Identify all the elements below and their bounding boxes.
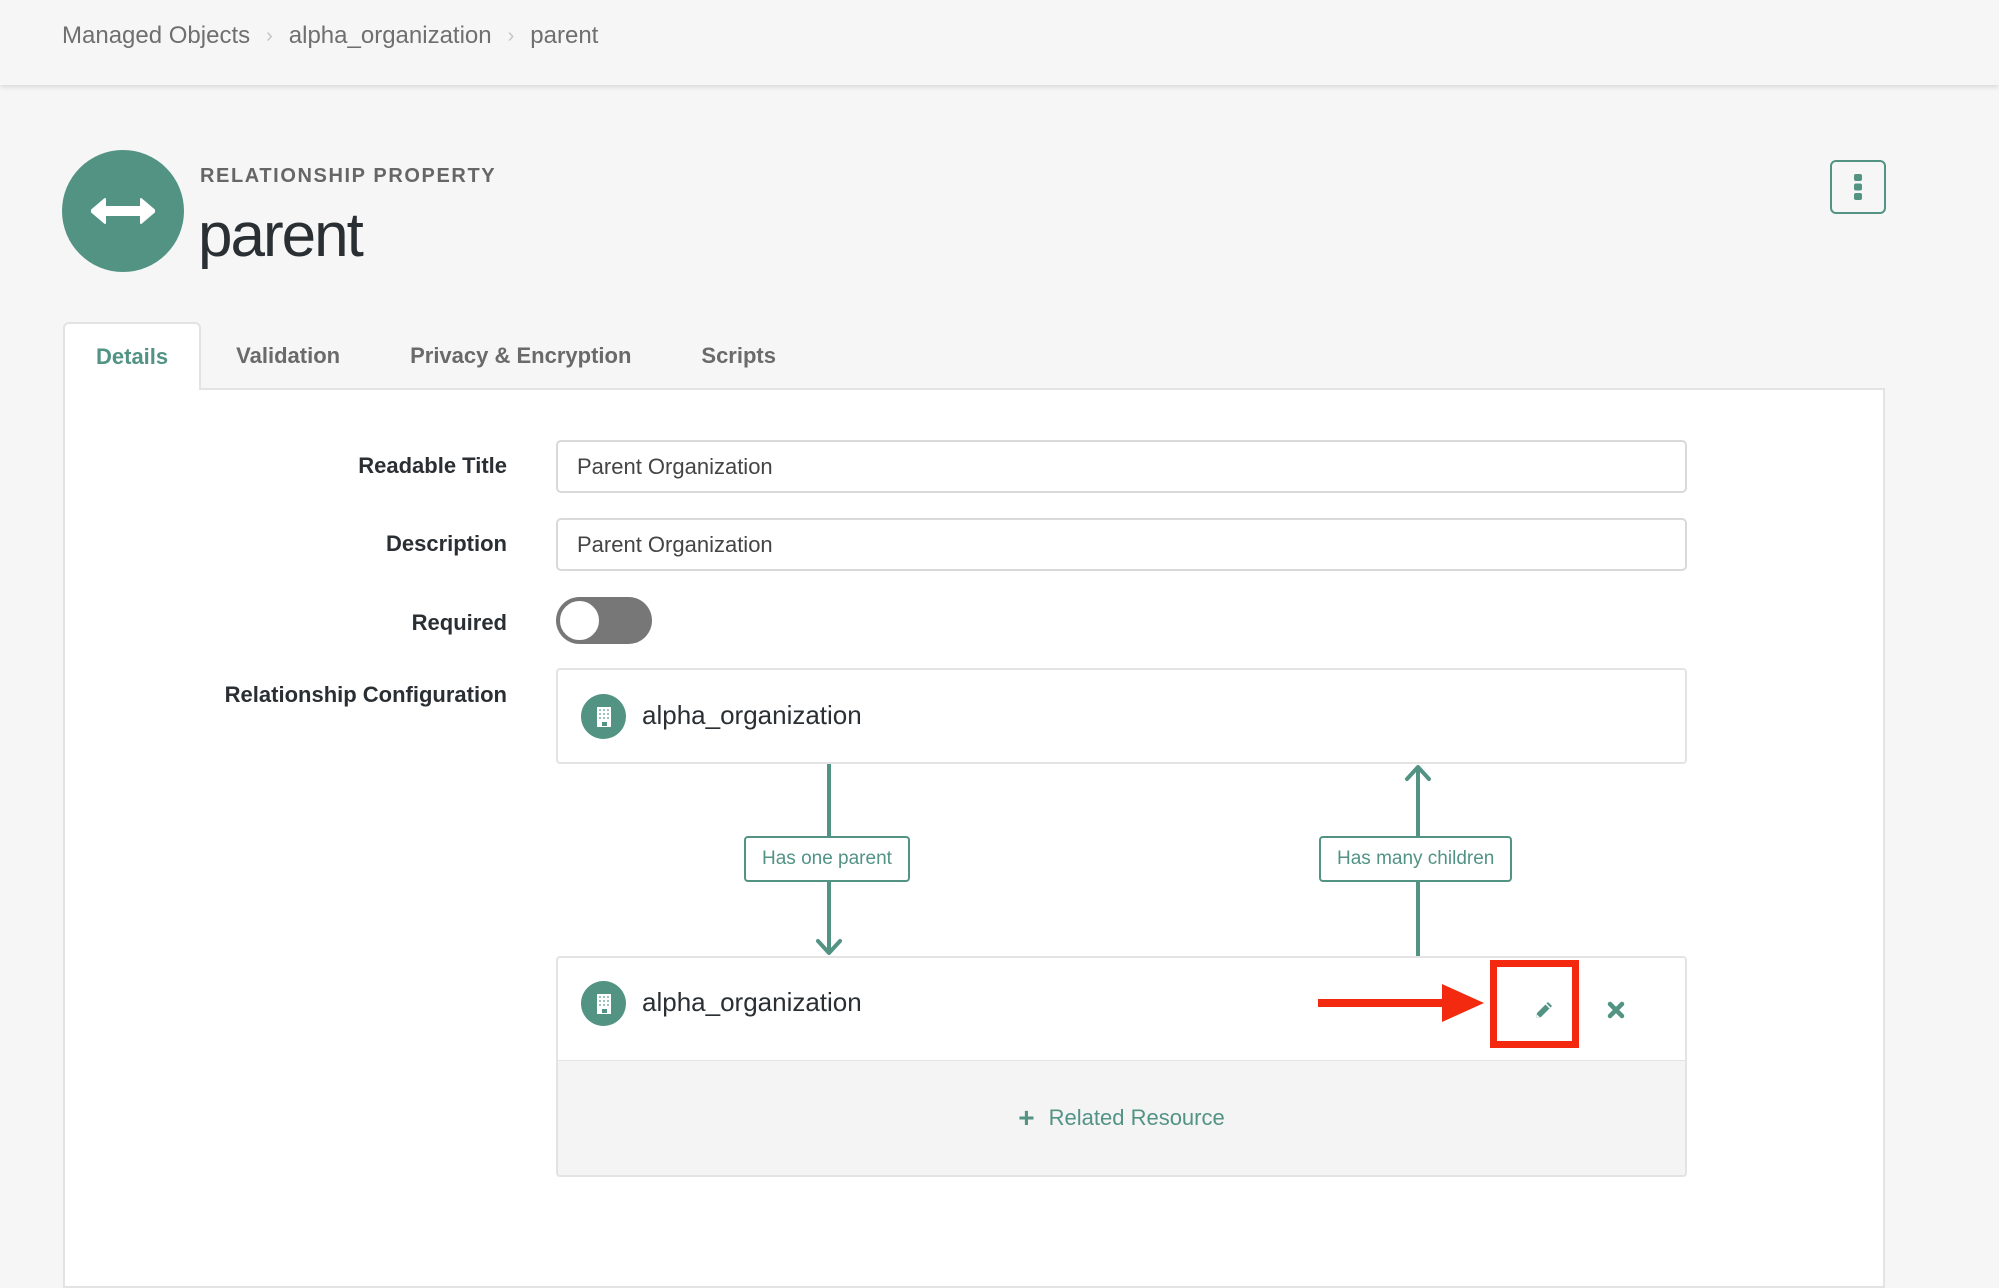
required-toggle[interactable] — [556, 597, 652, 644]
breadcrumb-managed-objects[interactable]: Managed Objects — [62, 22, 250, 50]
reverse-relationship-label[interactable]: Has many children — [1319, 836, 1513, 882]
target-resource-card: alpha_organization — [556, 956, 1687, 1062]
required-label: Required — [411, 610, 507, 635]
top-header: Managed Objects › alpha_organization › p… — [0, 0, 1999, 85]
tab-validation[interactable]: Validation — [201, 322, 375, 389]
description-label: Description — [385, 531, 507, 556]
readable-title-label: Readable Title — [358, 453, 507, 478]
more-actions-button[interactable] — [1830, 160, 1886, 214]
readable-title-input[interactable] — [556, 440, 1687, 493]
source-resource-name: alpha_organization — [642, 700, 862, 730]
close-icon — [1607, 1001, 1625, 1019]
add-related-resource-button[interactable]: + Related Resource — [556, 1060, 1687, 1177]
target-resource-name: alpha_organization — [642, 987, 862, 1017]
tab-privacy-encryption[interactable]: Privacy & Encryption — [375, 322, 666, 389]
add-related-resource-label: Related Resource — [1048, 1105, 1225, 1130]
tab-scripts[interactable]: Scripts — [666, 322, 811, 389]
arrow-up-icon — [1405, 765, 1431, 781]
toggle-knob — [558, 599, 601, 642]
building-icon — [581, 981, 626, 1026]
relationship-configuration-label: Relationship Configuration — [224, 682, 507, 707]
edit-related-resource-button[interactable] — [1524, 990, 1564, 1030]
breadcrumb-current: parent — [530, 22, 599, 49]
annotation-arrow-icon — [1318, 984, 1484, 1022]
page-title: parent — [198, 201, 364, 270]
page-kicker: RELATIONSHIP PROPERTY — [200, 165, 497, 187]
chevron-right-icon: › — [266, 24, 273, 47]
kebab-vertical-icon — [1854, 174, 1862, 200]
tab-bar: Details Validation Privacy & Encryption … — [63, 322, 811, 390]
description-input[interactable] — [556, 518, 1687, 571]
source-resource-card: alpha_organization — [556, 668, 1687, 764]
building-icon — [581, 694, 626, 739]
plus-icon: + — [1018, 1102, 1035, 1133]
pencil-icon — [1536, 1002, 1552, 1018]
reverse-connector-line — [1416, 882, 1420, 956]
tab-details[interactable]: Details — [63, 322, 202, 390]
chevron-right-icon: › — [507, 24, 515, 47]
forward-connector-line — [827, 764, 831, 836]
double-arrow-icon — [91, 198, 155, 224]
arrow-down-icon — [816, 939, 842, 955]
forward-relationship-label[interactable]: Has one parent — [744, 836, 910, 882]
remove-related-resource-button[interactable] — [1596, 990, 1636, 1030]
breadcrumb: Managed Objects › alpha_organization › p… — [62, 22, 598, 50]
relationship-property-icon — [62, 150, 184, 272]
breadcrumb-alpha-organization[interactable]: alpha_organization — [289, 22, 492, 50]
